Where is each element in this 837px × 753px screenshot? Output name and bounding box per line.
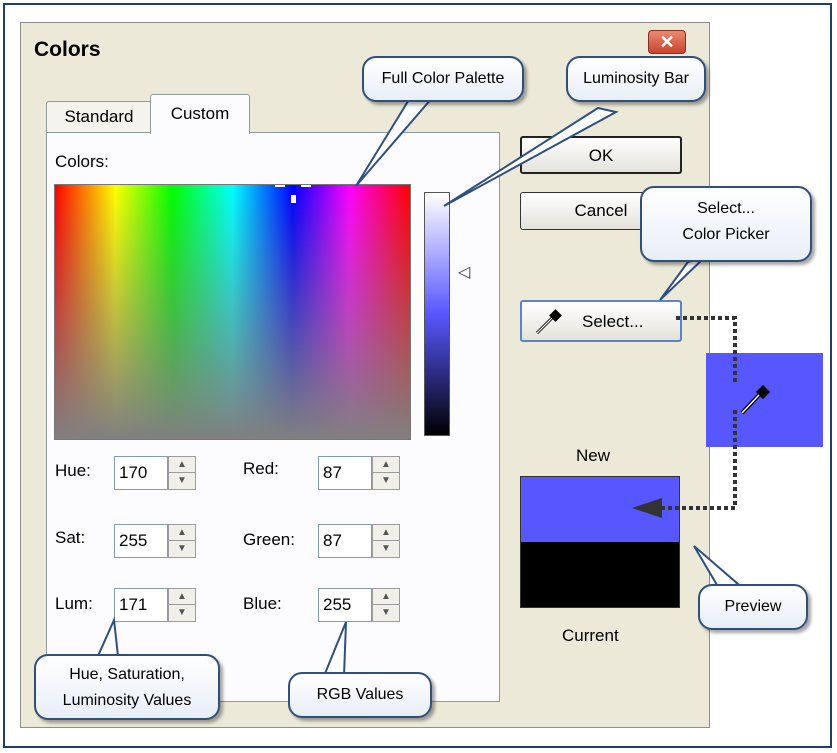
callout-preview: Preview [698, 584, 808, 630]
callout-pointer [96, 616, 120, 657]
callout-pointer [659, 256, 708, 301]
dotted-connector [660, 410, 737, 510]
callout-hsl-values: Hue, Saturation, Luminosity Values [34, 654, 220, 720]
callout-pointer [355, 97, 435, 187]
callout-rgb-values: RGB Values [288, 672, 432, 718]
callout-select-color-picker: Select... Color Picker [640, 186, 812, 262]
callout-luminosity-bar: Luminosity Bar [566, 56, 706, 102]
callout-text-line: Hue, Saturation, [69, 666, 185, 683]
callout-pointer [322, 621, 347, 677]
callout-full-color-palette: Full Color Palette [362, 56, 524, 102]
dotted-connector [676, 316, 737, 385]
callout-connectors [96, 97, 740, 677]
callout-pointer [443, 106, 619, 207]
callout-text-line: Select... [697, 200, 755, 217]
callout-text-line: Color Picker [682, 226, 770, 243]
callout-text-line: Luminosity Values [62, 692, 192, 709]
arrow-head-icon [632, 498, 662, 518]
